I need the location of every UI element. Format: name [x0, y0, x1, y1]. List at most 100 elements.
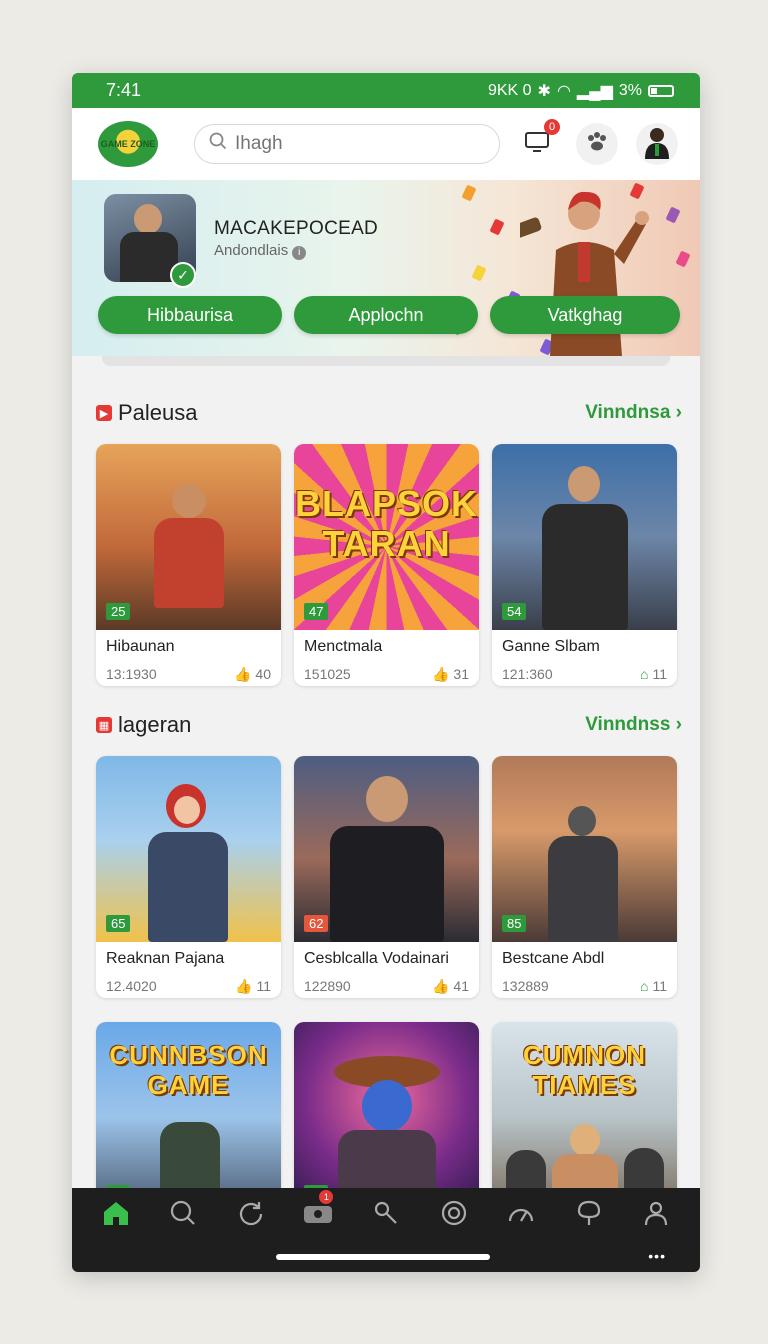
- thumbs-up-icon: 👍: [235, 978, 253, 994]
- more-options-icon[interactable]: •••: [648, 1248, 666, 1264]
- game-title: Hibaunan: [106, 638, 175, 655]
- logo-text: GAME ZONE: [100, 138, 156, 149]
- game-card[interactable]: 54 Ganne Slbam 121:360 ⌂ 11: [492, 444, 677, 686]
- section-header: ▦ lageran Vinndnss ›: [96, 706, 682, 744]
- game-card[interactable]: CUNNBSON GAME 48: [96, 1022, 281, 1212]
- thumbnail-title: BLAPSOK TARAN: [294, 483, 478, 564]
- home-nav-icon[interactable]: [99, 1196, 133, 1230]
- profile-subtitle-text: Andondlais: [214, 242, 289, 259]
- game-thumbnail: CUNNBSON GAME 48: [96, 1022, 281, 1212]
- key-nav-icon[interactable]: [369, 1196, 403, 1230]
- see-all-link[interactable]: Vinndnss ›: [585, 714, 682, 736]
- rating-badge: 65: [106, 915, 131, 932]
- likes-count: 40: [255, 666, 271, 682]
- profile-name: MACAKEPOCEAD: [214, 218, 379, 239]
- game-grid: 65 Reaknan Pajana 12.4020 👍 11 62 Cesblca…: [96, 756, 682, 998]
- notifications-button[interactable]: 0: [516, 119, 560, 165]
- search-icon: [209, 132, 227, 156]
- profile-nav-icon[interactable]: [639, 1196, 673, 1230]
- game-stat: 151025: [304, 666, 351, 682]
- game-card[interactable]: 25 Hibaunan 13:1930 👍 40: [96, 444, 281, 686]
- profile-action-button-2[interactable]: Applochn: [294, 296, 478, 334]
- search-nav-icon[interactable]: [166, 1196, 200, 1230]
- game-card[interactable]: 67: [294, 1022, 479, 1212]
- notification-badge: 0: [544, 119, 560, 135]
- banner-divider: [72, 356, 700, 376]
- refresh-nav-icon[interactable]: [234, 1196, 268, 1230]
- game-thumbnail: 62: [294, 756, 479, 942]
- likes: ⌂ 11: [640, 666, 667, 682]
- profile-avatar-button[interactable]: [636, 123, 678, 165]
- game-grid: CUNNBSON GAME 48 67 CUMNON TIAMES: [96, 1022, 682, 1212]
- battery-text: 3%: [618, 81, 642, 99]
- play-icon: ▶: [96, 405, 112, 421]
- likes: 👍 31: [432, 666, 469, 683]
- info-icon[interactable]: i: [292, 246, 307, 260]
- verified-check-icon: ✓: [170, 262, 196, 288]
- search-bar[interactable]: [194, 124, 500, 164]
- section-title-text: lageran: [118, 712, 192, 737]
- game-card[interactable]: 62 Cesblcalla Vodainari 122890 👍 41: [294, 756, 479, 998]
- game-card[interactable]: 65 Reaknan Pajana 12.4020 👍 11: [96, 756, 281, 998]
- game-stat: 132889: [502, 978, 549, 994]
- section-title-text: Paleusa: [118, 400, 198, 425]
- bluetooth-icon: ✱: [537, 82, 551, 100]
- grid-icon: ▦: [96, 717, 112, 733]
- game-card[interactable]: BLAPSOK TARAN 47 Menctmala 151025 👍 31: [294, 444, 479, 686]
- thumbs-up-icon: 👍: [431, 666, 450, 682]
- status-indicators: 9KK 0 ✱ ◠ ▂▄▆ 3%: [488, 81, 674, 101]
- game-grid: 25 Hibaunan 13:1930 👍 40 BLAPSOK TARAN 47…: [96, 444, 682, 686]
- see-all-link[interactable]: Vinndnsa ›: [585, 402, 682, 424]
- target-nav-icon[interactable]: [437, 1196, 471, 1230]
- section-1: ▶ Paleusa Vinndnsa › 25 Hibaunan 13:1930…: [72, 394, 700, 686]
- thumbnail-title: CUNNBSON GAME: [109, 1040, 268, 1100]
- rating-badge: 47: [304, 603, 329, 620]
- chevron-right-icon: ›: [675, 714, 682, 735]
- game-thumbnail: 67: [294, 1022, 479, 1212]
- profile-subtitle: Andondlais i: [214, 242, 307, 260]
- home-icon: ⌂: [639, 978, 649, 994]
- game-title: Reaknan Pajana: [106, 950, 225, 967]
- likes-count: 11: [256, 978, 271, 994]
- phone-screen: 7:41 9KK 0 ✱ ◠ ▂▄▆ 3% GAME ZONE 0: [72, 73, 700, 1272]
- cart-nav-icon[interactable]: 1: [301, 1190, 335, 1230]
- see-all-text: Vinndnsa: [585, 402, 671, 423]
- game-title: Bestcane Abdl: [502, 950, 605, 967]
- game-thumbnail: 25: [96, 444, 281, 630]
- game-card[interactable]: CUMNON TIAMES: [492, 1022, 677, 1212]
- status-bar: 7:41 9KK 0 ✱ ◠ ▂▄▆ 3%: [72, 73, 700, 108]
- header-actions: 0: [516, 119, 678, 165]
- likes-count: 11: [652, 978, 667, 994]
- network-text: 9KK 0: [487, 81, 532, 99]
- status-time: 7:41: [106, 80, 142, 100]
- game-thumbnail: 54: [492, 444, 677, 630]
- game-title: Ganne Slbam: [502, 638, 600, 655]
- app-logo[interactable]: GAME ZONE: [98, 121, 158, 167]
- game-thumbnail: CUMNON TIAMES: [492, 1022, 677, 1212]
- rating-badge: 62: [304, 915, 329, 932]
- profile-action-buttons: Hibbaurisa Applochn Vatkghag: [98, 296, 680, 334]
- game-meta: 132889 ⌂ 11: [492, 968, 677, 994]
- likes: 👍 11: [235, 978, 271, 995]
- gauge-nav-icon[interactable]: [504, 1196, 538, 1230]
- paw-icon: [585, 131, 609, 157]
- section-2: ▦ lageran Vinndnss › 65 Reaknan Pajana 1…: [72, 706, 700, 998]
- tree-nav-icon[interactable]: [572, 1196, 606, 1230]
- section-title: ▦ lageran: [96, 712, 191, 738]
- game-meta: 12.4020 👍 11: [96, 968, 281, 995]
- game-card[interactable]: 85 Bestcane Abdl 132889 ⌂ 11: [492, 756, 677, 998]
- profile-action-button-3[interactable]: Vatkghag: [490, 296, 680, 334]
- profile-banner: ✓ MACAKEPOCEAD Andondlais i Hibbaurisa Ap…: [72, 180, 700, 356]
- likes: ⌂ 11: [640, 978, 667, 994]
- section-header: ▶ Paleusa Vinndnsa ›: [96, 394, 682, 432]
- profile-action-button-1[interactable]: Hibbaurisa: [98, 296, 282, 334]
- signal-icon: ▂▄▆: [576, 82, 613, 100]
- search-input[interactable]: [235, 133, 475, 155]
- app-header: GAME ZONE 0: [72, 108, 700, 180]
- battery-icon: [648, 84, 674, 97]
- likes-count: 41: [453, 978, 469, 994]
- home-indicator[interactable]: [276, 1254, 490, 1260]
- home-icon: ⌂: [639, 666, 649, 682]
- friends-button[interactable]: [576, 123, 618, 165]
- rating-badge: 85: [502, 915, 527, 932]
